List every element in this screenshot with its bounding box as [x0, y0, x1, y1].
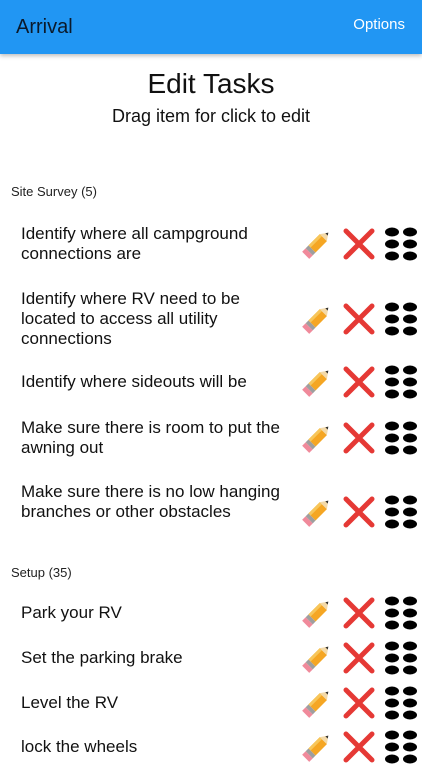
- task-row[interactable]: Make sure there is no low hanging branch…: [0, 478, 422, 546]
- drag-handle-icon[interactable]: [383, 595, 419, 631]
- task-label: Level the RV: [21, 693, 119, 712]
- pencil-icon[interactable]: [299, 420, 335, 456]
- section-title-site-survey: Site Survey (5): [11, 184, 97, 199]
- pencil-icon[interactable]: [299, 729, 335, 765]
- task-row[interactable]: Identify where all campground connection…: [0, 220, 422, 268]
- task-actions: [299, 301, 419, 337]
- task-actions: [299, 729, 419, 765]
- task-label: Set the parking brake: [21, 648, 183, 667]
- drag-handle-icon[interactable]: [383, 640, 419, 676]
- cross-icon[interactable]: [341, 685, 377, 721]
- task-row[interactable]: Identify where sideouts will be: [0, 363, 422, 401]
- cross-icon[interactable]: [341, 640, 377, 676]
- pencil-icon[interactable]: [299, 301, 335, 337]
- task-label: Park your RV: [21, 603, 122, 622]
- cross-icon[interactable]: [341, 494, 377, 530]
- task-row[interactable]: Make sure there is room to put the awnin…: [0, 414, 422, 462]
- pencil-icon[interactable]: [299, 685, 335, 721]
- task-row[interactable]: Set the parking brake: [0, 639, 422, 677]
- drag-handle-icon[interactable]: [383, 494, 419, 530]
- task-actions: [299, 595, 419, 631]
- pencil-icon[interactable]: [299, 640, 335, 676]
- task-label: Identify where all campground connection…: [21, 224, 248, 263]
- task-row[interactable]: Park your RV: [0, 594, 422, 632]
- drag-handle-icon[interactable]: [383, 729, 419, 765]
- section-title-setup: Setup (35): [11, 565, 72, 580]
- task-row[interactable]: Level the RV: [0, 684, 422, 722]
- task-label: Identify where sideouts will be: [21, 372, 247, 391]
- pencil-icon[interactable]: [299, 364, 335, 400]
- cross-icon[interactable]: [341, 226, 377, 262]
- task-label: Make sure there is room to put the awnin…: [21, 418, 280, 457]
- task-actions: [299, 226, 419, 262]
- cross-icon[interactable]: [341, 364, 377, 400]
- task-actions: [299, 685, 419, 721]
- page-title: Edit Tasks: [147, 68, 275, 99]
- drag-handle-icon[interactable]: [383, 420, 419, 456]
- task-label: Make sure there is no low hanging branch…: [21, 482, 280, 521]
- cross-icon[interactable]: [341, 595, 377, 631]
- drag-handle-icon[interactable]: [383, 685, 419, 721]
- app-bar: Arrival Options: [0, 0, 422, 54]
- app-title: Arrival: [16, 16, 73, 38]
- options-button[interactable]: Options: [353, 16, 405, 33]
- drag-handle-icon[interactable]: [383, 226, 419, 262]
- task-actions: [299, 364, 419, 400]
- page-subtitle: Drag item for click to edit: [111, 106, 311, 126]
- task-actions: [299, 420, 419, 456]
- cross-icon[interactable]: [341, 301, 377, 337]
- pencil-icon[interactable]: [299, 226, 335, 262]
- task-row[interactable]: lock the wheels: [0, 728, 422, 766]
- pencil-icon[interactable]: [299, 494, 335, 530]
- pencil-icon[interactable]: [299, 595, 335, 631]
- task-row[interactable]: Identify where RV need to be located to …: [0, 285, 422, 353]
- cross-icon[interactable]: [341, 420, 377, 456]
- task-label: Identify where RV need to be located to …: [21, 289, 240, 348]
- task-label: lock the wheels: [21, 737, 138, 756]
- cross-icon[interactable]: [341, 729, 377, 765]
- drag-handle-icon[interactable]: [383, 364, 419, 400]
- drag-handle-icon[interactable]: [383, 301, 419, 337]
- task-actions: [299, 640, 419, 676]
- task-actions: [299, 494, 419, 530]
